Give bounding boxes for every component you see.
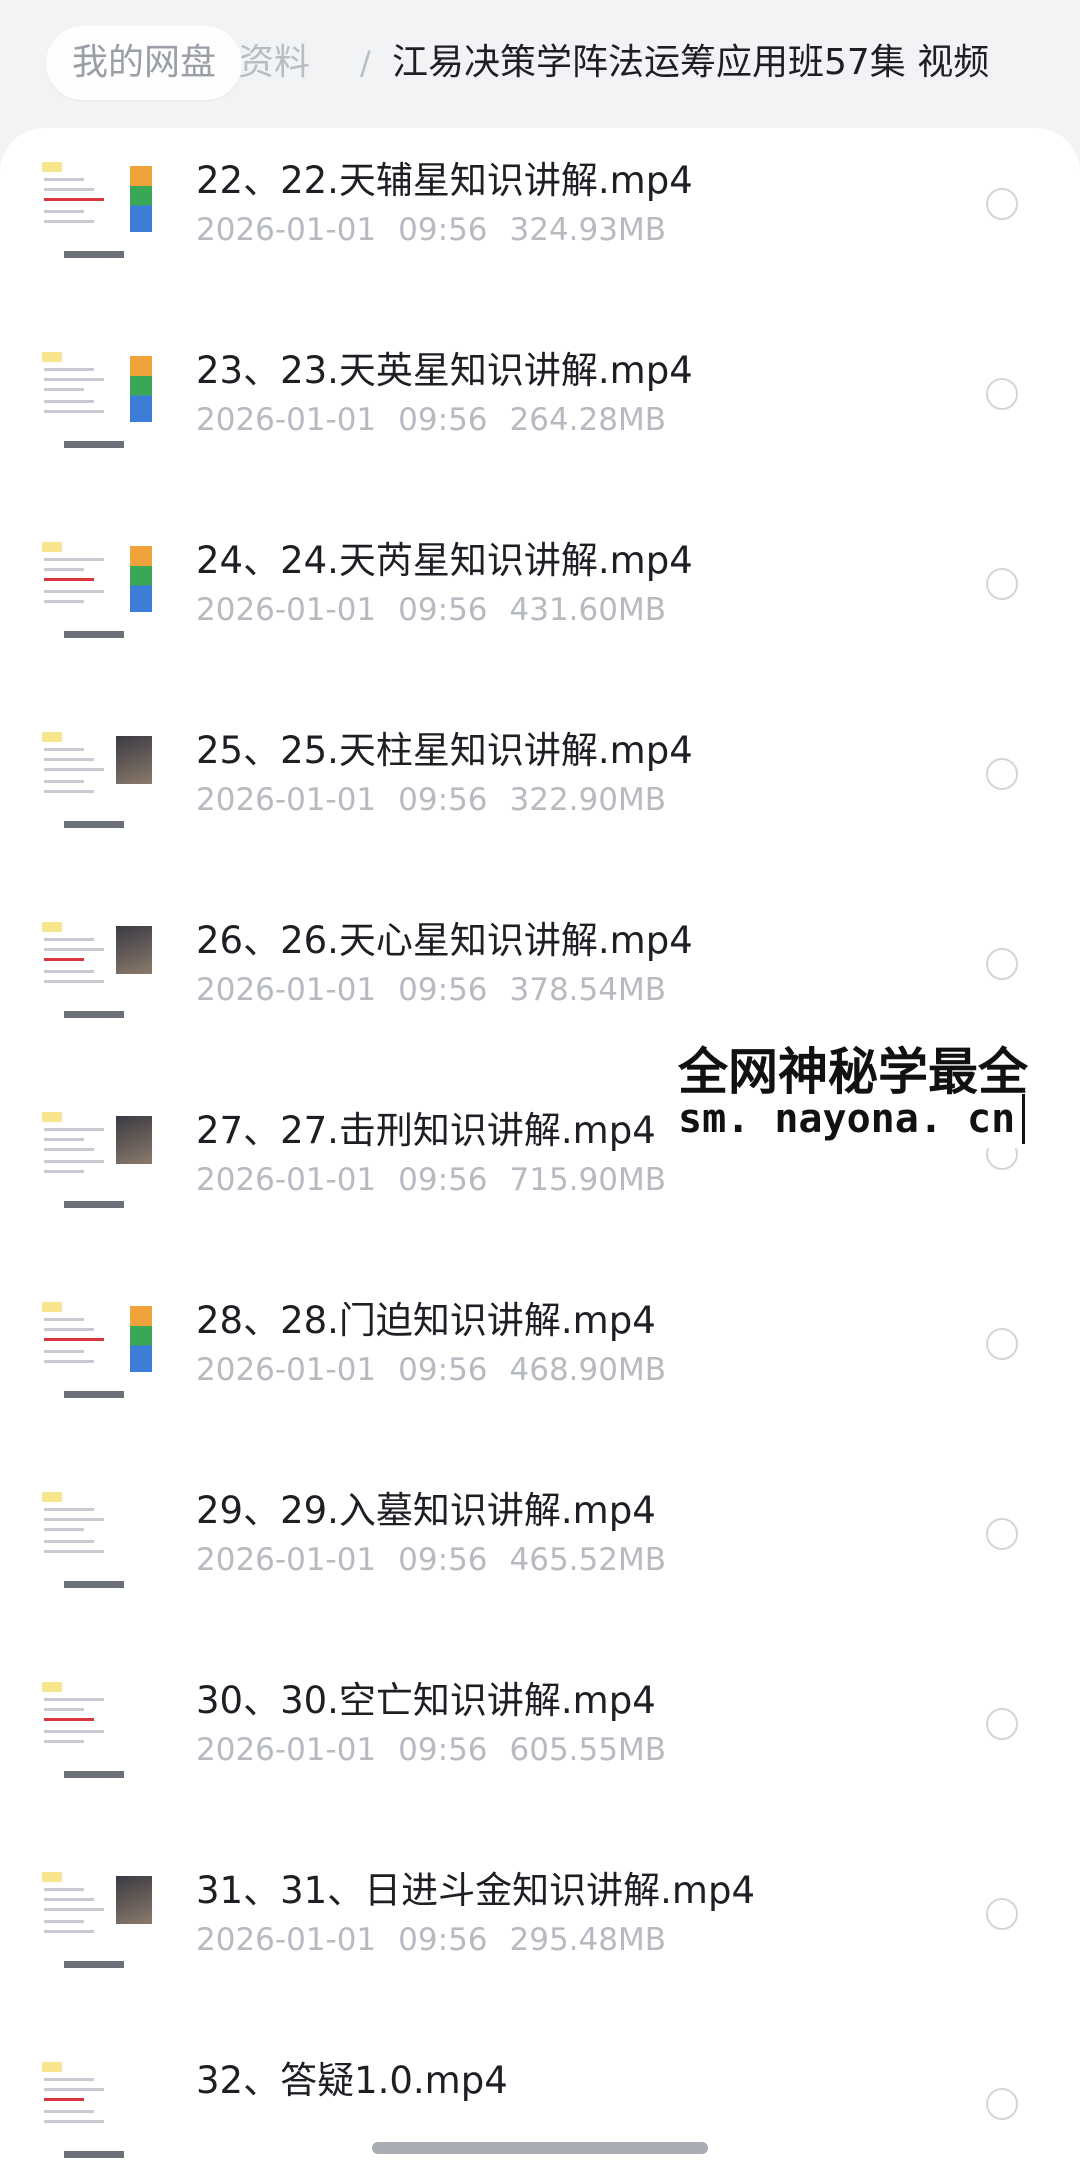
breadcrumb-item-parent[interactable]: 资料 <box>238 26 310 100</box>
file-row[interactable]: 29、29.入墓知识讲解.mp4 2026-01-01 09:56 465.52MB <box>0 1458 1080 1648</box>
file-meta: 2026-01-01 09:56 468.90MB <box>196 1352 688 1388</box>
file-time: 09:56 <box>398 592 488 628</box>
file-time: 09:56 <box>398 212 488 248</box>
watermark-url: sm. nayona. cn <box>678 1096 1016 1142</box>
select-radio[interactable] <box>986 2088 1018 2120</box>
watermark-title: 全网神秘学最全 <box>678 1043 1028 1101</box>
video-thumbnail <box>42 1682 152 1782</box>
file-time: 09:56 <box>398 1162 488 1198</box>
video-thumbnail <box>42 352 152 452</box>
file-size: 378.54MB <box>509 972 666 1008</box>
breadcrumb-item-current: 江易决策学阵法运筹应用班57集 视频 <box>392 42 990 83</box>
select-radio[interactable] <box>986 1708 1018 1740</box>
file-list: 22、22.天辅星知识讲解.mp4 2026-01-01 09:56 324.93MB… <box>0 128 1080 2184</box>
select-radio[interactable] <box>986 1328 1018 1360</box>
file-meta: 2026-01-01 09:56 324.93MB <box>196 212 688 248</box>
watermark-overlay: 全网神秘学最全 sm. nayona. cn <box>668 1030 1080 1148</box>
file-name: 22、22.天辅星知识讲解.mp4 <box>196 159 693 202</box>
file-date: 2026-01-01 <box>196 212 377 248</box>
file-size: 324.93MB <box>509 212 666 248</box>
file-date: 2026-01-01 <box>196 1162 377 1198</box>
file-time: 09:56 <box>398 1732 488 1768</box>
select-radio[interactable] <box>986 948 1018 980</box>
file-row[interactable]: 22、22.天辅星知识讲解.mp4 2026-01-01 09:56 324.93MB <box>0 128 1080 318</box>
file-date: 2026-01-01 <box>196 592 377 628</box>
file-date: 2026-01-01 <box>196 1352 377 1388</box>
file-row[interactable]: 28、28.门迫知识讲解.mp4 2026-01-01 09:56 468.90MB <box>0 1268 1080 1458</box>
file-meta: 2026-01-01 09:56 295.48MB <box>196 1922 688 1958</box>
file-meta: 2026-01-01 09:56 322.90MB <box>196 782 688 818</box>
file-time: 09:56 <box>398 1352 488 1388</box>
file-name: 28、28.门迫知识讲解.mp4 <box>196 1299 656 1342</box>
video-thumbnail <box>42 1872 152 1972</box>
breadcrumb: 资料 我的网盘 / 江易决策学阵法运筹应用班57集 视频 <box>0 0 1080 130</box>
file-name: 31、31、日进斗金知识讲解.mp4 <box>196 1869 755 1912</box>
video-thumbnail <box>42 162 152 262</box>
video-thumbnail <box>42 922 152 1022</box>
file-row[interactable]: 25、25.天柱星知识讲解.mp4 2026-01-01 09:56 322.90MB <box>0 698 1080 888</box>
video-thumbnail <box>42 1302 152 1402</box>
file-name: 27、27.击刑知识讲解.mp4 <box>196 1109 656 1152</box>
file-row[interactable]: 30、30.空亡知识讲解.mp4 2026-01-01 09:56 605.55MB <box>0 1648 1080 1838</box>
file-size: 465.52MB <box>509 1542 666 1578</box>
select-radio[interactable] <box>986 1518 1018 1550</box>
file-meta: 2026-01-01 09:56 465.52MB <box>196 1542 688 1578</box>
file-meta: 2026-01-01 09:56 431.60MB <box>196 592 688 628</box>
file-row[interactable]: 31、31、日进斗金知识讲解.mp4 2026-01-01 09:56 295.48M… <box>0 1838 1080 2028</box>
video-thumbnail <box>42 2062 152 2162</box>
file-name: 25、25.天柱星知识讲解.mp4 <box>196 729 693 772</box>
file-meta: 2026-01-01 09:56 378.54MB <box>196 972 688 1008</box>
file-time: 09:56 <box>398 972 488 1008</box>
file-size: 322.90MB <box>509 782 666 818</box>
file-name: 32、答疑1.0.mp4 <box>196 2059 508 2102</box>
file-name: 30、30.空亡知识讲解.mp4 <box>196 1679 656 1722</box>
file-time: 09:56 <box>398 1922 488 1958</box>
file-meta <box>196 2112 262 2148</box>
file-size: 468.90MB <box>509 1352 666 1388</box>
file-time: 09:56 <box>398 402 488 438</box>
file-size: 715.90MB <box>509 1162 666 1198</box>
home-indicator[interactable] <box>372 2142 708 2154</box>
file-time: 09:56 <box>398 1542 488 1578</box>
select-radio[interactable] <box>986 568 1018 600</box>
file-meta: 2026-01-01 09:56 715.90MB <box>196 1162 688 1198</box>
file-meta: 2026-01-01 09:56 264.28MB <box>196 402 688 438</box>
select-radio[interactable] <box>986 758 1018 790</box>
file-row[interactable]: 32、答疑1.0.mp4 <box>0 2028 1080 2184</box>
file-size: 295.48MB <box>509 1922 666 1958</box>
file-date: 2026-01-01 <box>196 1732 377 1768</box>
file-size: 605.55MB <box>509 1732 666 1768</box>
file-date: 2026-01-01 <box>196 972 377 1008</box>
file-date: 2026-01-01 <box>196 782 377 818</box>
file-meta: 2026-01-01 09:56 605.55MB <box>196 1732 688 1768</box>
file-size: 431.60MB <box>509 592 666 628</box>
file-name: 29、29.入墓知识讲解.mp4 <box>196 1489 656 1532</box>
file-size: 264.28MB <box>509 402 666 438</box>
text-caret <box>1022 1094 1025 1144</box>
file-date: 2026-01-01 <box>196 1542 377 1578</box>
select-radio[interactable] <box>986 1898 1018 1930</box>
video-thumbnail <box>42 1492 152 1592</box>
file-date: 2026-01-01 <box>196 402 377 438</box>
breadcrumb-separator: / <box>360 44 371 82</box>
video-thumbnail <box>42 1112 152 1212</box>
select-radio[interactable] <box>986 378 1018 410</box>
file-name: 24、24.天芮星知识讲解.mp4 <box>196 539 693 582</box>
select-radio[interactable] <box>986 188 1018 220</box>
video-thumbnail <box>42 542 152 642</box>
file-date: 2026-01-01 <box>196 1922 377 1958</box>
video-thumbnail <box>42 732 152 832</box>
screen: 资料 我的网盘 / 江易决策学阵法运筹应用班57集 视频 22、22.天辅星知识… <box>0 0 1080 2184</box>
file-time: 09:56 <box>398 782 488 818</box>
file-name: 26、26.天心星知识讲解.mp4 <box>196 919 693 962</box>
file-name: 23、23.天英星知识讲解.mp4 <box>196 349 693 392</box>
file-row[interactable]: 23、23.天英星知识讲解.mp4 2026-01-01 09:56 264.28MB <box>0 318 1080 508</box>
breadcrumb-item-root[interactable]: 我的网盘 <box>46 26 243 100</box>
file-row[interactable]: 24、24.天芮星知识讲解.mp4 2026-01-01 09:56 431.60MB <box>0 508 1080 698</box>
